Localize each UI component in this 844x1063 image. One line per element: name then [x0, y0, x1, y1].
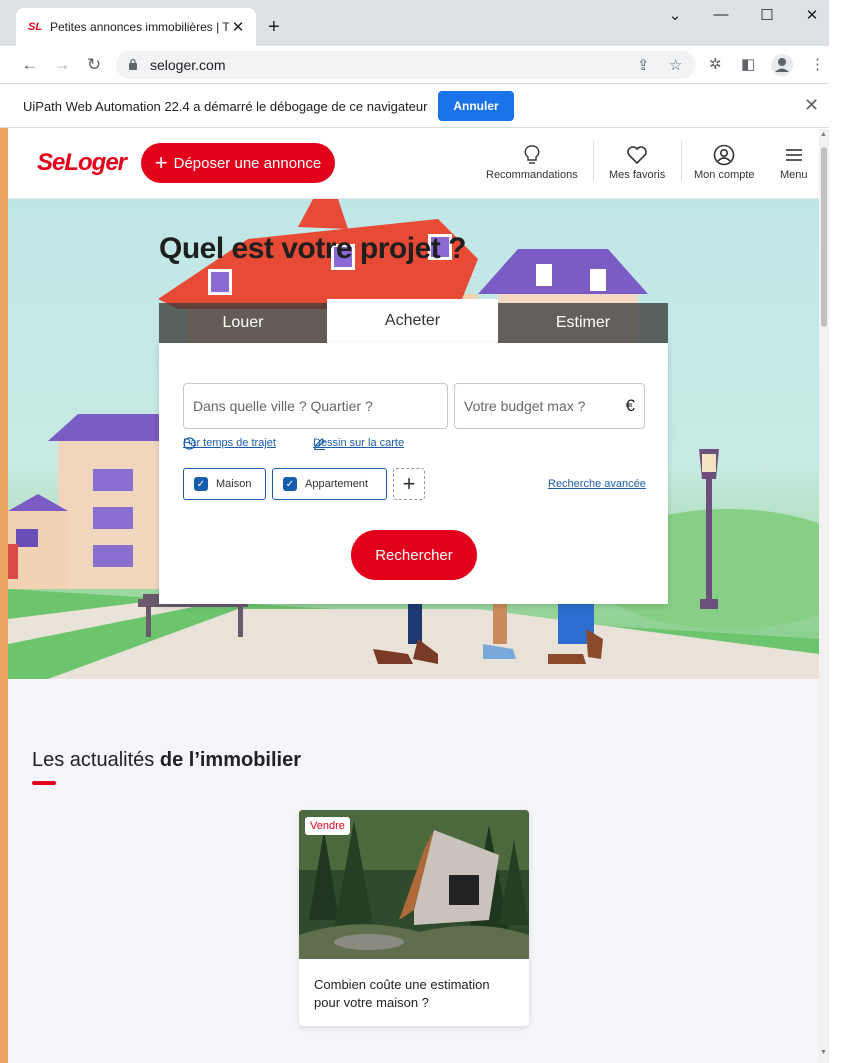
close-window-icon[interactable]: ✕ — [797, 6, 827, 24]
infobar-close-icon[interactable]: ✕ — [804, 95, 819, 116]
bookmark-star-icon[interactable]: ☆ — [669, 56, 682, 74]
kebab-menu-icon[interactable]: ⋮ — [810, 55, 825, 73]
search-button[interactable]: Rechercher — [351, 530, 477, 580]
tab-title: Petites annonces immobilières | Tr — [50, 20, 230, 34]
plus-icon: + — [154, 150, 168, 175]
browser-tab[interactable]: SL Petites annonces immobilières | Tr ✕ — [16, 8, 256, 46]
pencil-icon — [314, 438, 325, 450]
nav-divider — [681, 141, 682, 181]
type-appartement-checkbox[interactable]: ✓ Appartement — [272, 468, 387, 500]
travel-time-link[interactable]: Par temps de trajet — [183, 437, 276, 450]
nav-label: Menu — [780, 169, 808, 181]
travel-time-label: Par temps de trajet — [183, 437, 276, 449]
user-icon — [713, 141, 735, 169]
nav-label: Mes favoris — [609, 169, 666, 181]
page-content: SeLoger + Déposer une annonce Recommanda… — [8, 129, 819, 1063]
share-icon[interactable]: ⇪ — [637, 56, 650, 74]
euro-icon: € — [625, 396, 635, 415]
nav-divider — [593, 141, 594, 181]
tab-acheter[interactable]: Acheter — [327, 299, 498, 343]
lightbulb-icon — [524, 141, 540, 169]
page-scrollbar[interactable]: ▲ ▼ — [819, 129, 829, 1063]
news-section-title: Les actualités de l’immobilier — [32, 749, 301, 772]
search-tabs: Louer Acheter Estimer — [159, 299, 668, 343]
nav-label: Mon compte — [694, 169, 755, 181]
tab-search-chevron-icon[interactable]: ⌄ — [660, 6, 690, 24]
search-card: Dans quelle ville ? Quartier ? Votre bud… — [159, 343, 668, 604]
window-edge — [829, 0, 844, 1063]
scrollbar-thumb[interactable] — [821, 147, 827, 327]
reload-icon[interactable]: ↻ — [83, 54, 105, 76]
nav-account[interactable]: Mon compte — [694, 141, 755, 181]
category-badge: Vendre — [305, 817, 350, 835]
checkmark-icon: ✓ — [283, 477, 297, 491]
tab-estimer[interactable]: Estimer — [498, 303, 668, 343]
lock-icon — [129, 58, 137, 70]
tab-close-icon[interactable]: ✕ — [230, 18, 246, 36]
forward-arrow-icon[interactable]: → — [51, 54, 73, 76]
profile-avatar-icon[interactable] — [771, 54, 793, 76]
side-panel-icon[interactable]: ◧ — [741, 55, 755, 73]
checkmark-icon: ✓ — [194, 477, 208, 491]
heart-icon — [626, 141, 648, 169]
post-ad-label: Déposer une annonce — [173, 154, 322, 172]
desktop-background — [0, 128, 8, 1063]
debug-infobar: UiPath Web Automation 22.4 a démarré le … — [0, 85, 829, 128]
back-arrow-icon[interactable]: ← — [19, 54, 41, 76]
nav-recommendations[interactable]: Recommandations — [486, 141, 578, 181]
post-ad-button[interactable]: + Déposer une annonce — [141, 143, 335, 183]
extensions-puzzle-icon[interactable]: ✲ — [709, 55, 722, 73]
cancel-debug-button[interactable]: Annuler — [438, 91, 514, 121]
type-label: Appartement — [305, 478, 368, 490]
add-type-plus-icon[interactable]: + — [393, 468, 425, 500]
type-label: Maison — [216, 478, 252, 490]
nav-label: Recommandations — [486, 169, 578, 181]
scroll-down-arrow-icon[interactable]: ▼ — [820, 1049, 827, 1056]
hamburger-icon — [785, 141, 803, 169]
draw-map-label: Dessin sur la carte — [313, 437, 405, 449]
address-bar[interactable]: seloger.com ⇪ ☆ — [116, 51, 696, 79]
type-maison-checkbox[interactable]: ✓ Maison — [183, 468, 266, 500]
title-bar: SL Petites annonces immobilières | Tr ✕ … — [0, 0, 829, 46]
news-card[interactable]: Vendre Combien coûte une estimation pour… — [299, 810, 529, 1026]
hero-section: Quel est votre projet ? Louer Acheter Es… — [8, 199, 819, 679]
nav-menu[interactable]: Menu — [780, 141, 808, 181]
nav-favorites[interactable]: Mes favoris — [609, 141, 665, 181]
advanced-search-link[interactable]: Recherche avancée — [548, 478, 646, 490]
news-title-light: Les actualités — [32, 749, 160, 771]
site-header: SeLoger + Déposer une annonce Recommanda… — [8, 129, 819, 199]
url-text: seloger.com — [150, 57, 226, 73]
hero-title: Quel est votre projet ? — [159, 232, 466, 265]
tab-louer[interactable]: Louer — [159, 303, 327, 343]
minimize-icon[interactable]: — — [706, 6, 736, 23]
news-card-title: Combien coûte une estimation pour votre … — [314, 977, 490, 1010]
browser-window: SL Petites annonces immobilières | Tr ✕ … — [0, 0, 829, 1063]
maximize-icon[interactable]: ☐ — [752, 6, 782, 24]
scroll-up-arrow-icon[interactable]: ▲ — [820, 131, 827, 138]
budget-input[interactable]: Votre budget max ? € — [454, 383, 645, 429]
budget-placeholder: Votre budget max ? — [464, 398, 586, 414]
infobar-message: UiPath Web Automation 22.4 a démarré le … — [23, 99, 428, 114]
seloger-favicon-icon: SL — [28, 21, 43, 33]
title-accent-bar — [32, 781, 56, 785]
draw-map-link[interactable]: Dessin sur la carte — [313, 437, 405, 450]
seloger-logo[interactable]: SeLoger — [37, 149, 127, 177]
clock-icon — [183, 437, 196, 450]
new-tab-plus-icon[interactable]: + — [268, 17, 280, 37]
browser-toolbar: ← → ↻ seloger.com ⇪ ☆ ✲ ◧ ⋮ — [0, 46, 829, 84]
city-placeholder: Dans quelle ville ? Quartier ? — [193, 398, 373, 414]
city-input[interactable]: Dans quelle ville ? Quartier ? — [183, 383, 448, 429]
news-title-bold: de l’immobilier — [159, 749, 302, 771]
